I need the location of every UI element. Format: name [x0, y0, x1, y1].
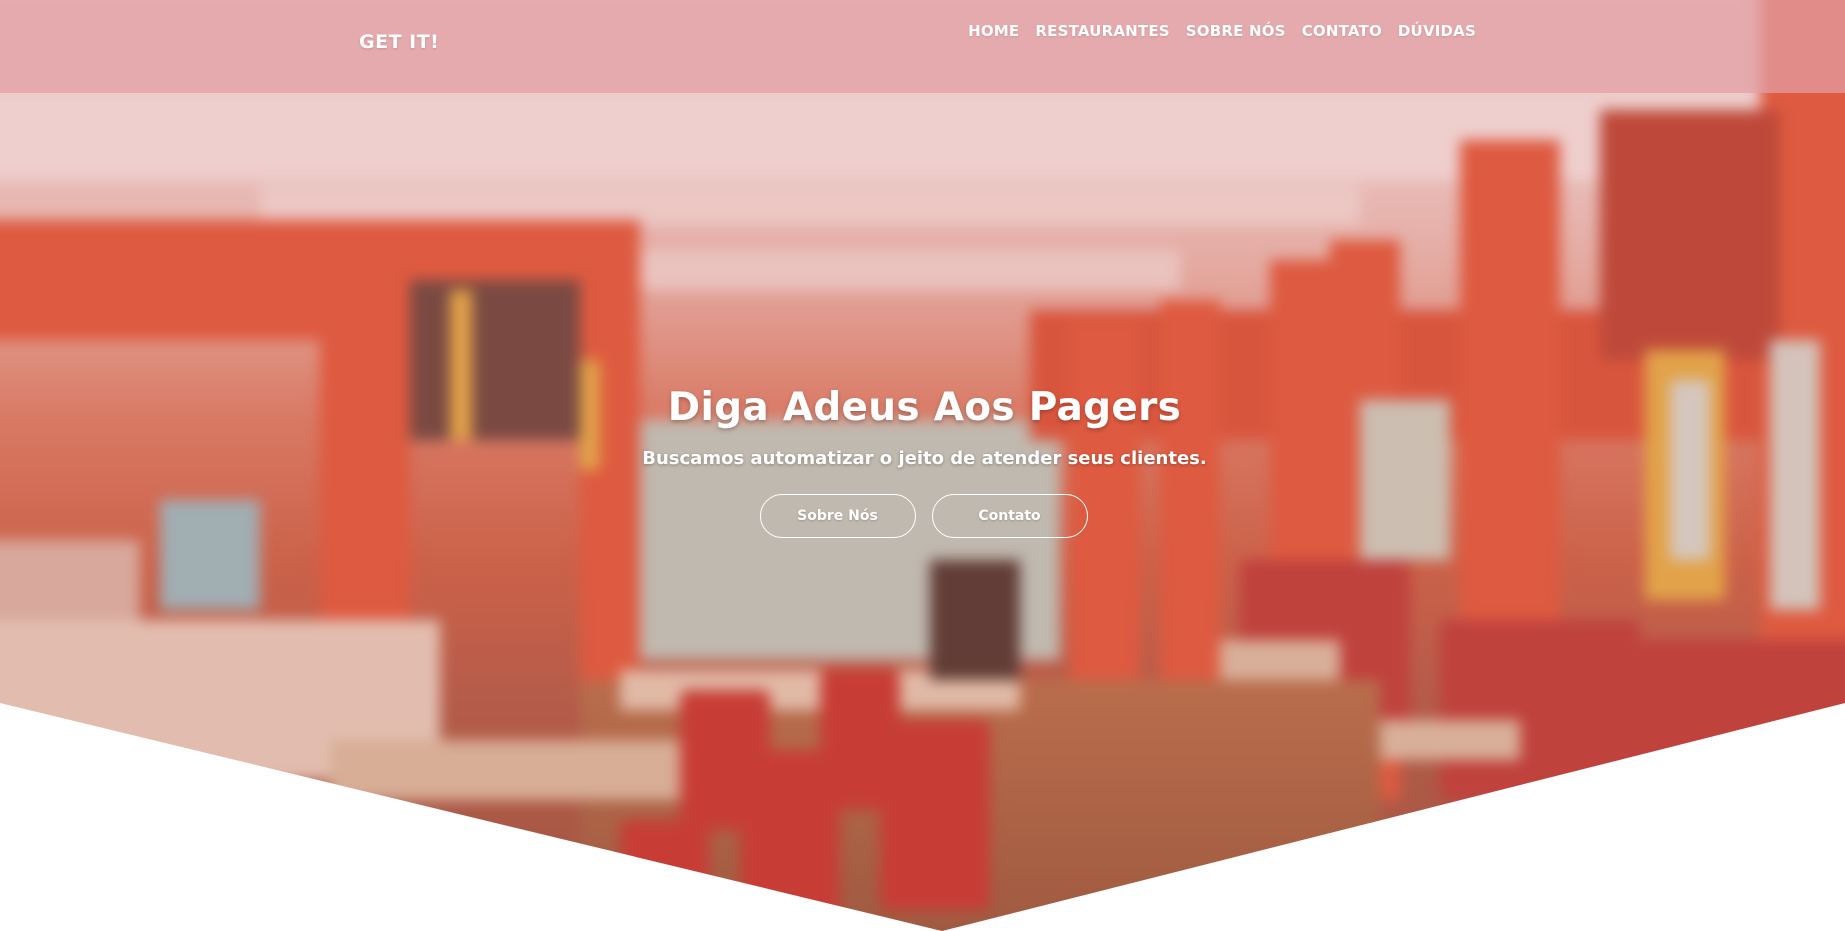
nav-link-sobre-nos[interactable]: SOBRE NÓS — [1186, 22, 1286, 40]
hero-buttons: Sobre Nós Contato — [0, 494, 1845, 538]
page: Diga Adeus Aos Pagers Buscamos automatiz… — [0, 0, 1845, 931]
contact-button[interactable]: Contato — [931, 494, 1088, 538]
hero-subtitle: Buscamos automatizar o jeito de atender … — [642, 448, 1207, 469]
navbar: GET IT! HOME RESTAURANTES SOBRE NÓS CONT… — [0, 0, 1845, 93]
brand-logo[interactable]: GET IT! — [359, 31, 439, 53]
hero-title: Diga Adeus Aos Pagers — [667, 385, 1182, 430]
about-us-button[interactable]: Sobre Nós — [759, 494, 916, 538]
nav-links: HOME RESTAURANTES SOBRE NÓS CONTATO DÚVI… — [968, 22, 1476, 40]
nav-link-duvidas[interactable]: DÚVIDAS — [1398, 22, 1476, 40]
nav-link-home[interactable]: HOME — [968, 22, 1019, 40]
hero-content: Diga Adeus Aos Pagers Buscamos automatiz… — [0, 385, 1845, 538]
hero-section: Diga Adeus Aos Pagers Buscamos automatiz… — [0, 0, 1845, 931]
nav-link-restaurantes[interactable]: RESTAURANTES — [1035, 22, 1169, 40]
nav-link-contato[interactable]: CONTATO — [1302, 22, 1382, 40]
